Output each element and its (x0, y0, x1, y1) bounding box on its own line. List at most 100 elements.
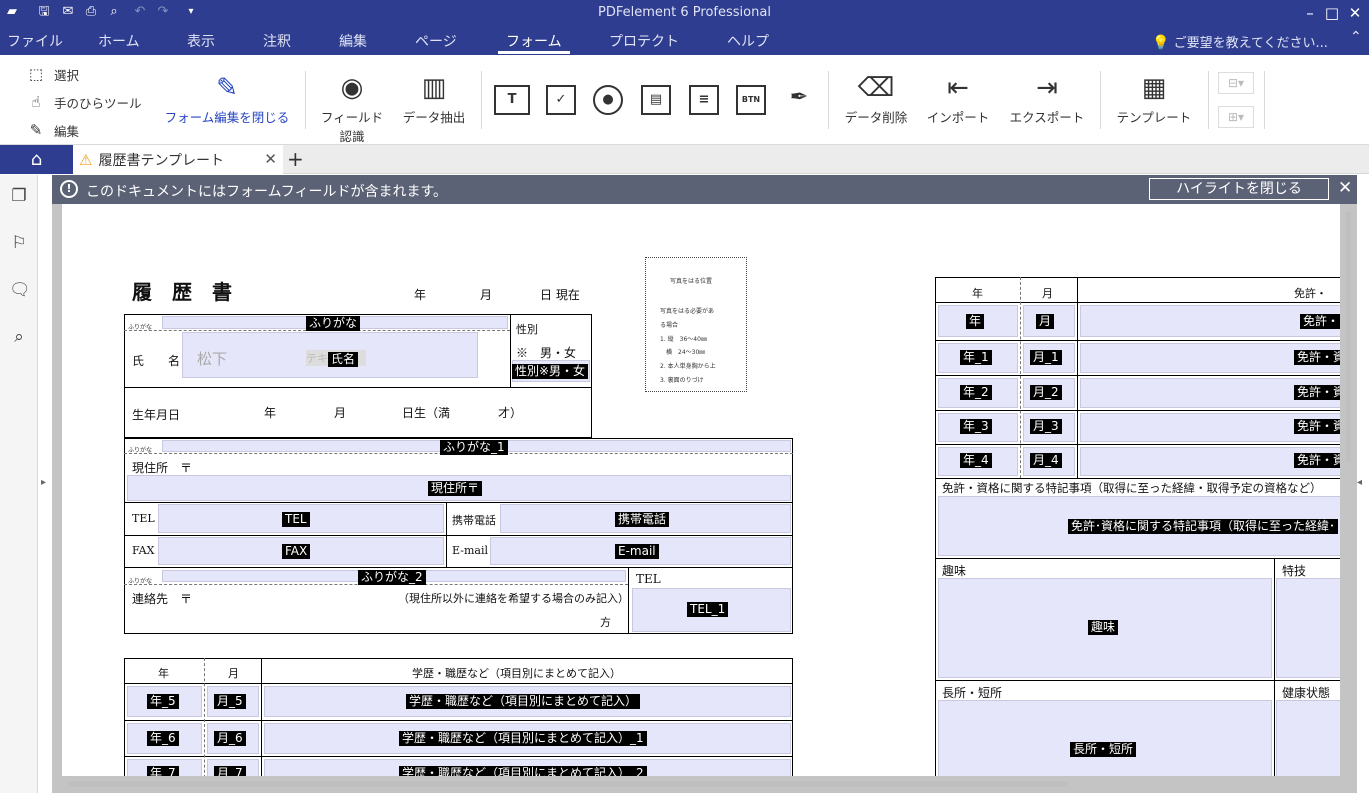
search-icon[interactable]: ⌕ (9, 327, 29, 347)
menu-form[interactable]: フォーム (506, 31, 562, 51)
document-tab-bar: ⌂ ⚠ 履歴書テンプレート ✕ + (0, 145, 1369, 174)
divider (1274, 558, 1275, 776)
comment-icon[interactable]: 🗨 (9, 280, 31, 300)
furigana-small-label: ふりがな (128, 578, 153, 585)
divider (124, 756, 793, 757)
mobile-field-label: 携帯電話 (615, 512, 670, 527)
document-tab[interactable]: ⚠ 履歴書テンプレート ✕ (73, 145, 283, 174)
field-recog-label-1: フィールド (320, 110, 384, 125)
menu-view[interactable]: 表示 (187, 31, 215, 51)
template-label: テンプレート (1116, 110, 1192, 125)
data-delete-label: データ削除 (844, 110, 908, 125)
menu-home[interactable]: ホーム (98, 31, 140, 51)
hobby-label: 趣味 (942, 564, 967, 578)
photo-text: 横 24〜30㎜ (660, 349, 706, 356)
divider (510, 314, 511, 387)
combo-box-icon[interactable]: ▤ (641, 85, 671, 115)
thumbnails-icon[interactable]: ❐ (9, 186, 29, 206)
export-button[interactable]: ⇥ エクスポート (1003, 69, 1091, 126)
bookmark-icon[interactable]: ⚐ (9, 233, 29, 253)
notification-message: このドキュメントにはフォームフィールドが含まれます。 (86, 184, 448, 200)
expand-right-panel-icon[interactable]: ◂ (1357, 477, 1362, 488)
divider (935, 478, 1340, 479)
menu-help[interactable]: ヘルプ (727, 31, 769, 51)
menu-annotate[interactable]: 注釈 (263, 31, 291, 51)
close-highlight-button[interactable]: ハイライトを閉じる (1149, 178, 1329, 200)
photo-text: 写真をはる位置 (670, 278, 713, 285)
menu-page[interactable]: ページ (415, 31, 457, 51)
menu-bar: ファイル ホーム 表示 注釈 編集 ページ フォーム プロテクト ヘルプ 💡 ご… (0, 26, 1369, 55)
mobile-label: 携帯電話 (452, 514, 496, 527)
furigana-small-label: ふりがな (128, 324, 153, 331)
feedback-link[interactable]: 💡 ご要望を教えてください... (1152, 32, 1328, 51)
collapse-ribbon-icon[interactable]: ⌃ (1350, 29, 1362, 45)
email-label: E-mail (452, 544, 488, 557)
ribbon: ⬚ 選択 ☝ 手のひらツール ✎ 編集 ✎ フォーム編集を閉じる ◉ フィールド 認識 ▥ デ… (0, 55, 1369, 145)
data-delete-button[interactable]: ⌫ データ削除 (838, 69, 914, 126)
divider (124, 683, 793, 684)
home-tab[interactable]: ⌂ (0, 145, 73, 174)
menu-protect[interactable]: プロテクト (609, 31, 679, 51)
signature-field-icon[interactable]: ✒ (784, 85, 814, 115)
distribute-dropdown-icon[interactable]: ⊞▾ (1218, 106, 1254, 128)
divider (935, 340, 1340, 341)
field-recognition-icon: ◉ (340, 73, 364, 103)
radio-button-icon[interactable]: ● (593, 85, 623, 115)
edu-year-field-label: 年_6 (147, 731, 179, 746)
button-field-icon[interactable]: BTN (736, 85, 766, 115)
license-field-label: 免許・資 (1294, 453, 1340, 468)
maximize-icon[interactable]: □ (1322, 3, 1342, 23)
edit-tool-button[interactable]: ✎ 編集 (26, 120, 79, 140)
health-field[interactable] (1276, 700, 1340, 776)
tel-field-label: TEL (282, 512, 310, 527)
horizontal-scrollbar[interactable] (68, 781, 1068, 787)
window-title: PDFelement 6 Professional (598, 5, 771, 20)
import-button[interactable]: ⇤ インポート (922, 69, 994, 126)
ribbon-separator (305, 71, 306, 129)
menu-edit[interactable]: 編集 (339, 31, 367, 51)
checkbox-icon[interactable]: ✓ (546, 85, 576, 115)
align-dropdown-icon[interactable]: ⊟▾ (1218, 72, 1254, 94)
template-icon: ▦ (1141, 73, 1167, 103)
strength-field[interactable] (938, 700, 1272, 776)
divider (124, 535, 793, 536)
license-year-field-label: 年_4 (960, 453, 992, 468)
license-year-header: 年 (972, 287, 983, 300)
skill-field[interactable] (1276, 578, 1340, 678)
divider (935, 375, 1340, 376)
data-extract-label: データ抽出 (402, 110, 466, 125)
minimize-icon[interactable]: – (1300, 3, 1320, 23)
close-window-icon[interactable]: ✕ (1345, 3, 1365, 23)
edit-label: 編集 (54, 123, 80, 139)
license-month-header: 月 (1042, 287, 1053, 300)
strength-label: 長所・短所 (942, 686, 1003, 700)
select-tool-button[interactable]: ⬚ 選択 (26, 64, 79, 84)
birth-month-label: 月 (334, 406, 347, 420)
ribbon-separator (1100, 71, 1101, 129)
contact-label: 連絡先 〒 (132, 592, 193, 606)
text-field-icon[interactable]: T (494, 85, 530, 115)
close-form-edit-button[interactable]: ✎ フォーム編集を閉じる (160, 69, 294, 126)
field-recognition-button[interactable]: ◉ フィールド 認識 (316, 69, 388, 145)
name-label: 氏 名 (132, 354, 181, 368)
edu-month-field-label: 月_5 (214, 694, 246, 709)
close-notification-icon[interactable]: ✕ (1338, 178, 1352, 198)
data-extract-button[interactable]: ▥ データ抽出 (398, 69, 470, 126)
home-icon: ⌂ (30, 149, 43, 170)
close-tab-icon[interactable]: ✕ (264, 150, 277, 168)
birth-age-label: 才） (498, 406, 523, 420)
hand-tool-button[interactable]: ☝ 手のひらツール (26, 92, 141, 112)
menu-file[interactable]: ファイル (7, 31, 63, 51)
expand-panel-icon[interactable]: ▸ (41, 477, 46, 488)
eraser-icon: ⌫ (857, 73, 895, 103)
contact-tel-label: TEL (636, 572, 661, 586)
list-box-icon[interactable]: ≡ (689, 85, 719, 115)
date-month-label: 月 (480, 288, 493, 302)
license-special-label: 免許・資格に関する特記事項（取得に至った経緯・取得予定の資格など） (942, 481, 1322, 495)
photo-text: 3. 裏面のりづけ (660, 377, 704, 384)
vertical-scrollbar[interactable] (1346, 212, 1351, 462)
email-field-label: E-mail (615, 544, 659, 559)
add-tab-icon[interactable]: + (287, 147, 304, 171)
date-year-label: 年 (414, 288, 427, 302)
template-button[interactable]: ▦ テンプレート (1110, 69, 1198, 126)
